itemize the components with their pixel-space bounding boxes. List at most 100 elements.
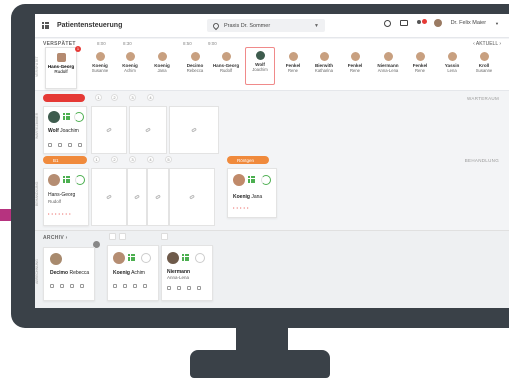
patient-first: Susanne <box>475 68 493 73</box>
patient-card[interactable]: Fenkel Rene <box>278 49 308 83</box>
empty-slot[interactable] <box>169 106 219 154</box>
room-pill-roentgen[interactable]: Röntgen <box>227 156 269 164</box>
patient-card[interactable]: Kroll Susanne <box>469 49 499 83</box>
user-name[interactable]: Dr. Felix Maier <box>451 20 486 26</box>
slot-number: 3 <box>129 156 136 163</box>
patient-card[interactable]: Fenkel Rene <box>340 49 370 83</box>
patient-first: Katharina <box>315 68 333 73</box>
patient-first: Anna-Lena <box>167 275 190 280</box>
patient-name: Decimo Rebecca <box>50 270 90 276</box>
link-icon <box>145 127 151 133</box>
treat-patient-card[interactable]: Hans-Georg Rudolf • • • • • • • <box>43 168 89 226</box>
avatar <box>221 52 231 61</box>
slot-number: 5 <box>165 156 172 163</box>
avatar <box>56 53 66 62</box>
patient-card-selected[interactable]: Wolf Joachim <box>245 47 275 85</box>
patient-first: Susanne <box>91 68 109 73</box>
archive-patient-card[interactable]: Niermann Anna-Lena <box>161 245 213 301</box>
avatar <box>383 52 393 61</box>
progress-ring <box>261 175 271 185</box>
empty-slot[interactable] <box>147 168 169 226</box>
slot-number: 2 <box>111 156 118 163</box>
slot-number: 2 <box>111 94 118 101</box>
patient-card[interactable]: Yassin Lena <box>437 49 467 83</box>
location-pin-icon <box>211 21 221 30</box>
patient-card[interactable]: Bierwith Katharina <box>309 49 339 83</box>
empty-slot[interactable] <box>129 106 167 154</box>
user-chevron-icon[interactable]: ▼ <box>495 21 499 26</box>
status-dots: • • • • • • • <box>48 211 71 216</box>
patient-first: Rebecca <box>186 68 204 73</box>
aktuell-nav[interactable]: ‹ AKTUELL › <box>473 41 501 47</box>
card-actions <box>48 143 82 147</box>
avatar <box>48 174 60 186</box>
qr-icon <box>128 254 135 261</box>
patient-last: Rudolf <box>48 199 62 204</box>
avatar <box>447 52 457 61</box>
empty-slot[interactable] <box>91 106 127 154</box>
aktuell-label: AKTUELL <box>475 41 498 47</box>
slot-number: 4 <box>147 156 154 163</box>
screen: Patientensteuerung Praxis Dr. Sommer ▼ D… <box>35 14 509 308</box>
avatar[interactable] <box>433 19 442 27</box>
patient-card[interactable]: Decimo Rebecca <box>180 49 210 83</box>
avatar <box>319 52 329 61</box>
patient-name: Wolf Joachim <box>48 128 79 134</box>
empty-slot[interactable] <box>169 168 215 226</box>
patient-card[interactable]: Niermann Anna-Lena <box>373 49 403 83</box>
avatar <box>190 52 200 61</box>
patient-card[interactable]: Koenig Susanne <box>85 49 115 83</box>
timemark: 9:00 <box>208 41 217 46</box>
chevron-down-icon: ▼ <box>314 23 319 29</box>
patient-first: Rudolf <box>219 68 233 73</box>
empty-slot[interactable] <box>91 168 127 226</box>
notifications-icon[interactable] <box>416 18 427 27</box>
timemark: 8:50 <box>183 41 192 46</box>
roentgen-patient-card[interactable]: Koenig Jana • • • • • <box>227 168 277 218</box>
empty-slot[interactable] <box>127 168 147 226</box>
wait-patient-card[interactable]: Wolf Joachim <box>43 106 87 154</box>
avatar <box>167 252 179 264</box>
progress-ring <box>74 112 84 122</box>
search-icon[interactable] <box>383 19 391 27</box>
archive-section: ABRECHNUNG ARCHIV › Decimo Rebecca Koeni… <box>35 230 509 308</box>
qr-icon <box>248 176 255 183</box>
late-first-card[interactable]: Hans-Georg Rudolf <box>45 47 77 89</box>
card-actions <box>167 286 201 290</box>
patient-first: Achim <box>124 68 136 73</box>
avatar <box>288 52 298 61</box>
patient-name: Koenig Achim <box>113 270 145 276</box>
avatar <box>479 52 489 61</box>
patient-last: Rudolf <box>54 69 68 74</box>
slot-number: 4 <box>147 94 154 101</box>
archive-label[interactable]: ARCHIV › <box>43 235 68 241</box>
patient-card[interactable]: Hans-Georg Rudolf <box>211 49 241 83</box>
patient-name: Koenig Jana <box>233 194 263 200</box>
slot-number: 1 <box>95 94 102 101</box>
room-label: Röntgen <box>237 157 255 163</box>
patient-first: Rene <box>349 68 360 73</box>
room-pill-b1[interactable]: B1 <box>43 156 87 164</box>
chat-icon[interactable] <box>399 20 408 26</box>
praxis-select[interactable]: Praxis Dr. Sommer ▼ <box>207 19 325 32</box>
apps-grid-icon[interactable] <box>42 22 49 29</box>
late-side-label: VERSPÄTET <box>35 56 39 78</box>
treatment-section: BEHANDLUNG B1 1 2 3 4 5 Röntgen BEHANDLU… <box>35 156 509 230</box>
late-row: VERSPÄTET VERSPÄTET 8:00 8:30 8:50 9:00 … <box>35 39 509 91</box>
treat-zone-label: BEHANDLUNG <box>464 158 499 163</box>
patient-card[interactable]: Fenkel Rene <box>405 49 435 83</box>
avatar <box>125 52 135 61</box>
patient-card[interactable]: Koenig Jana <box>147 49 177 83</box>
link-icon <box>106 127 112 133</box>
patient-card[interactable]: Koenig Achim <box>115 49 145 83</box>
patient-first: Rene <box>287 68 298 73</box>
wait-progress-pill <box>43 94 85 102</box>
archive-patient-card[interactable]: Decimo Rebecca <box>43 247 95 301</box>
avatar <box>113 252 125 264</box>
archive-patient-card[interactable]: Koenig Achim <box>107 245 159 301</box>
room-label: B1 <box>53 157 59 163</box>
avatar <box>95 52 105 61</box>
progress-ring <box>195 253 205 263</box>
archive-label-text: ARCHIV <box>43 235 64 241</box>
patient-first: Lena <box>447 68 457 73</box>
